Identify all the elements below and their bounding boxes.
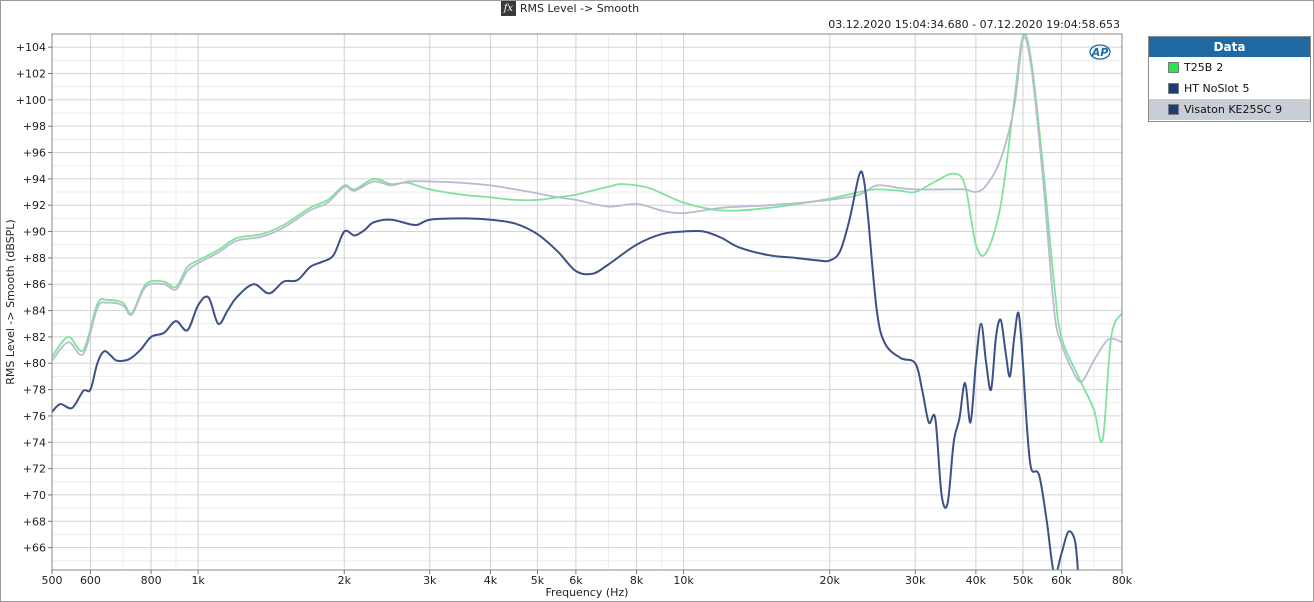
legend-label: Visaton KE25SC: [1184, 103, 1272, 116]
y-tick-label: +100: [16, 94, 46, 107]
x-axis-label: Frequency (Hz): [546, 586, 629, 599]
x-tick-label: 20k: [820, 574, 841, 587]
y-tick-label: +86: [23, 278, 46, 291]
legend-swatch-icon: [1168, 83, 1179, 94]
x-tick-label: 4k: [484, 574, 498, 587]
legend-number: 9: [1275, 103, 1283, 116]
legend-number: 5: [1242, 82, 1250, 95]
svg-text:AP: AP: [1091, 46, 1109, 59]
x-tick-label: 80k: [1112, 574, 1133, 587]
legend-item-ht-noslot[interactable]: HT NoSlot 5: [1149, 78, 1310, 99]
plot-border: [51, 33, 1123, 571]
series-layer: [52, 34, 1122, 570]
ap-logo-icon: AP: [1089, 44, 1111, 60]
series-line-0[interactable]: [52, 34, 1122, 444]
x-tick-label: 500: [42, 574, 63, 587]
y-tick-label: +78: [23, 384, 46, 397]
y-tick-label: +66: [23, 542, 46, 555]
legend-label: HT NoSlot: [1184, 82, 1239, 95]
x-tick-label: 8k: [630, 574, 644, 587]
legend-item-t25b[interactable]: T25B 2: [1149, 57, 1310, 78]
y-tick-label: +90: [23, 226, 46, 239]
y-tick-label: +92: [23, 199, 46, 212]
y-tick-label: +104: [16, 41, 46, 54]
y-tick-label: +72: [23, 463, 46, 476]
y-tick-label: +84: [23, 305, 46, 318]
x-tick-label: 3k: [423, 574, 437, 587]
plot-area[interactable]: 500 600 800 1k 2k 3k 4k 5k 6k 8k 10k 20k 30k 40k 50k 60…: [0, 0, 1314, 602]
y-tick-label: +76: [23, 410, 46, 423]
x-tick-label: 60k: [1051, 574, 1072, 587]
y-tick-label: +82: [23, 331, 46, 344]
x-tick-label: 1k: [191, 574, 205, 587]
y-tick-label: +88: [23, 252, 46, 265]
y-tick-label: +96: [23, 147, 46, 160]
y-tick-label: +70: [23, 489, 46, 502]
legend-number: 2: [1216, 61, 1224, 74]
y-axis-label: RMS Level -> Smooth (dBSPL): [4, 219, 17, 384]
x-tick-label: 800: [141, 574, 162, 587]
legend-title: Data: [1149, 37, 1310, 57]
legend-panel: Data T25B 2 HT NoSlot 5 Visaton KE25SC 9: [1148, 36, 1311, 122]
x-tick-label: 30k: [905, 574, 926, 587]
x-tick-label: 600: [80, 574, 101, 587]
x-tick-label: 50k: [1013, 574, 1034, 587]
y-tick-label: +102: [16, 68, 46, 81]
y-tick-label: +94: [23, 173, 46, 186]
axis-tick-labels: 500 600 800 1k 2k 3k 4k 5k 6k 8k 10k 20k 30k 40k 50k 60…: [16, 41, 1133, 587]
x-tick-label: 2k: [338, 574, 352, 587]
y-tick-label: +74: [23, 436, 46, 449]
y-tick-label: +98: [23, 120, 46, 133]
legend-item-visaton[interactable]: Visaton KE25SC 9: [1149, 99, 1310, 120]
x-tick-label: 10k: [673, 574, 694, 587]
x-tick-label: 5k: [531, 574, 545, 587]
legend-label: T25B: [1184, 61, 1213, 74]
y-tick-label: +68: [23, 515, 46, 528]
minor-grid: [51, 33, 1123, 570]
legend-swatch-icon: [1168, 104, 1179, 115]
legend-swatch-icon: [1168, 62, 1179, 73]
series-line-1[interactable]: [52, 36, 1122, 383]
y-tick-label: +80: [23, 357, 46, 370]
x-tick-label: 40k: [966, 574, 987, 587]
major-grid: [51, 34, 1123, 570]
